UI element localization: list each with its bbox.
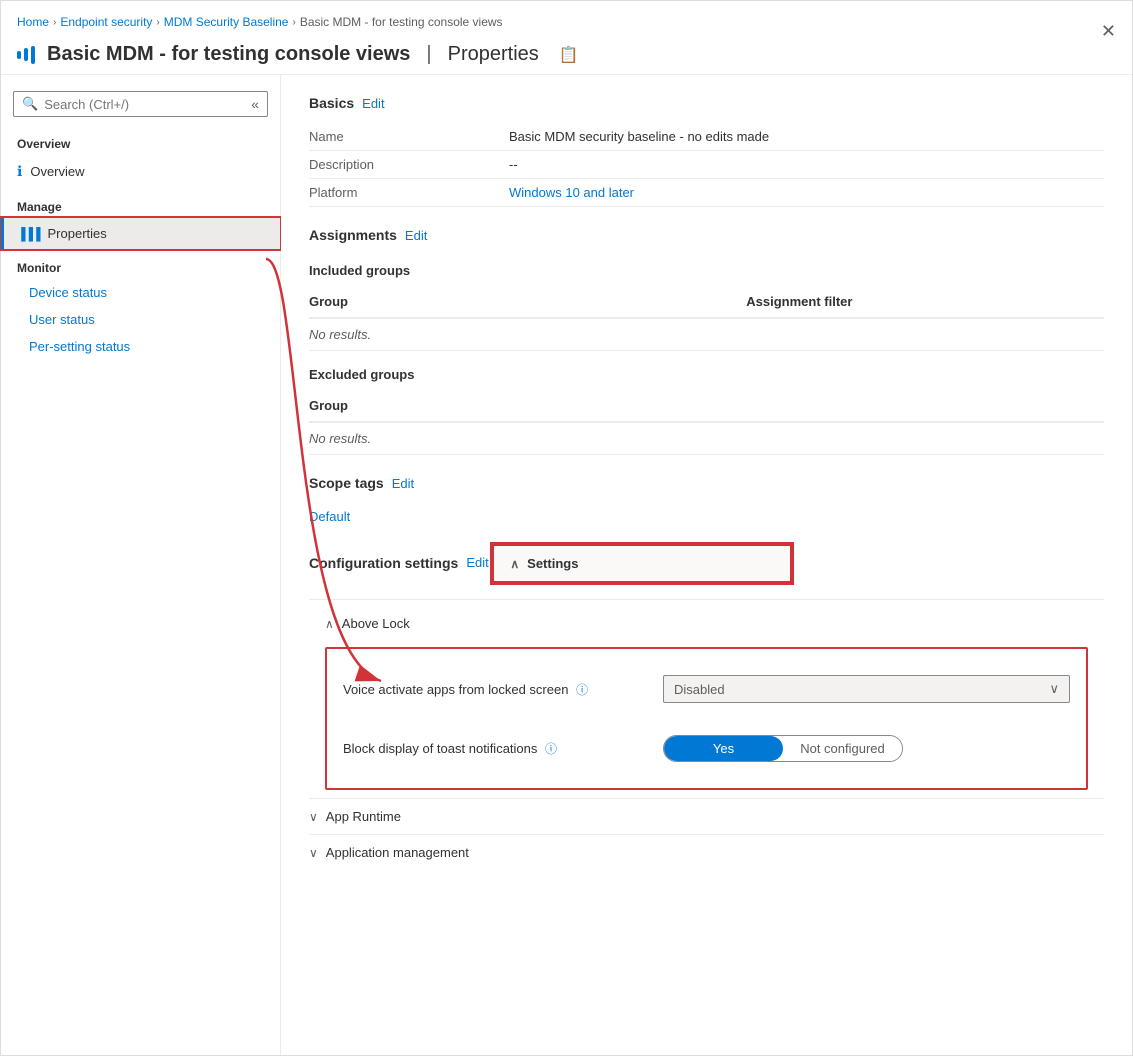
dropdown-chevron: ∨: [1049, 681, 1059, 697]
config-settings-edit-link[interactable]: Edit: [466, 555, 488, 570]
included-groups-header: Group Assignment filter: [309, 286, 1104, 319]
breadcrumb-home[interactable]: Home: [17, 15, 49, 29]
block-toast-control[interactable]: Yes Not configured: [663, 735, 1070, 762]
scope-tags-edit-link[interactable]: Edit: [392, 476, 414, 491]
col-filter-header: Assignment filter: [746, 294, 1104, 309]
info-icon: ℹ: [17, 163, 22, 180]
voice-activate-row: Voice activate apps from locked screen ⓘ…: [343, 665, 1070, 713]
scope-tags-section-title: Scope tags Edit: [309, 475, 414, 491]
property-name-label: Name: [309, 129, 509, 144]
settings-accordion[interactable]: ∧ Settings: [492, 544, 792, 583]
breadcrumb-current: Basic MDM - for testing console views: [300, 15, 503, 29]
property-name-value: Basic MDM security baseline - no edits m…: [509, 129, 1104, 144]
above-lock-chevron: ∧: [325, 617, 334, 631]
sidebar-section-overview: Overview: [1, 125, 280, 155]
settings-chevron-up: ∧: [510, 557, 519, 571]
excluded-col-group-header: Group: [309, 398, 746, 413]
page-section: Properties: [448, 43, 539, 66]
sidebar-item-properties[interactable]: ▐▐▐ Properties: [1, 218, 280, 249]
above-lock-settings-box: Voice activate apps from locked screen ⓘ…: [325, 647, 1088, 790]
search-box[interactable]: 🔍 «: [13, 91, 268, 117]
property-platform-label: Platform: [309, 185, 509, 200]
default-scope-tag[interactable]: Default: [309, 509, 350, 524]
breadcrumb-mdm[interactable]: MDM Security Baseline: [164, 15, 289, 29]
scope-tags-container: Scope tags Edit Default: [309, 475, 1104, 524]
voice-activate-value: Disabled: [674, 682, 725, 697]
above-lock-label: Above Lock: [342, 616, 410, 631]
sidebar-section-manage: Manage: [1, 188, 280, 218]
excluded-groups-title: Excluded groups: [309, 367, 1104, 382]
app-runtime-section[interactable]: ∨ App Runtime: [309, 798, 1104, 834]
title-divider: |: [426, 43, 431, 66]
search-icon: 🔍: [22, 96, 38, 112]
block-toast-toggle[interactable]: Yes Not configured: [663, 735, 903, 762]
toggle-not-configured[interactable]: Not configured: [783, 736, 902, 761]
assignments-header: Assignments Edit: [309, 227, 1104, 255]
settings-accordion-label: Settings: [527, 556, 578, 571]
excluded-groups-container: Excluded groups Group No results.: [309, 367, 1104, 455]
included-groups-title: Included groups: [309, 263, 1104, 278]
toggle-yes[interactable]: Yes: [664, 736, 783, 761]
sidebar: 🔍 « Overview ℹ Overview Manage ▐▐▐ Prope…: [1, 75, 281, 1055]
app-mgmt-label: Application management: [326, 845, 469, 860]
sidebar-section-monitor: Monitor: [1, 249, 280, 279]
col-group-header: Group: [309, 294, 746, 309]
sidebar-item-user-status[interactable]: User status: [1, 306, 280, 333]
above-lock-section: ∧ Above Lock Voice activate apps from lo…: [309, 599, 1104, 790]
config-settings-title: Configuration settings Edit: [309, 555, 489, 571]
assignments-section-title: Assignments Edit: [309, 227, 427, 243]
sidebar-item-overview[interactable]: ℹ Overview: [1, 155, 280, 188]
sidebar-item-device-status[interactable]: Device status: [1, 279, 280, 306]
breadcrumb-endpoint[interactable]: Endpoint security: [60, 15, 152, 29]
above-lock-header[interactable]: ∧ Above Lock: [309, 608, 1104, 639]
config-settings-container: Configuration settings Edit ∧ Settings ∧…: [309, 544, 1104, 870]
breadcrumb: Home › Endpoint security › MDM Security …: [17, 9, 1116, 35]
main-content: Basics Edit Name Basic MDM security base…: [281, 75, 1132, 1055]
sidebar-item-properties-label: Properties: [48, 226, 107, 241]
app-mgmt-chevron: ∨: [309, 846, 318, 860]
property-platform-value: Windows 10 and later: [509, 185, 1104, 200]
property-platform-row: Platform Windows 10 and later: [309, 179, 1104, 207]
voice-activate-info-icon[interactable]: ⓘ: [576, 683, 588, 697]
block-toast-info-icon[interactable]: ⓘ: [545, 742, 557, 756]
settings-accordion-header[interactable]: ∧ Settings: [494, 546, 790, 581]
collapse-icon[interactable]: «: [251, 96, 259, 112]
close-button[interactable]: ✕: [1101, 21, 1116, 42]
app-logo: [17, 46, 35, 64]
app-runtime-label: App Runtime: [326, 809, 401, 824]
property-name-row: Name Basic MDM security baseline - no ed…: [309, 123, 1104, 151]
excluded-groups-no-results: No results.: [309, 423, 1104, 455]
assignments-edit-link[interactable]: Edit: [405, 228, 427, 243]
sidebar-item-per-setting-status[interactable]: Per-setting status: [1, 333, 280, 360]
platform-link[interactable]: Windows 10 and later: [509, 185, 634, 200]
voice-activate-control[interactable]: Disabled ∨: [663, 675, 1070, 703]
search-input[interactable]: [44, 97, 184, 112]
page-title: Basic MDM - for testing console views: [47, 43, 410, 66]
basics-edit-link[interactable]: Edit: [362, 96, 384, 111]
excluded-groups-header: Group: [309, 390, 1104, 423]
application-management-section[interactable]: ∨ Application management: [309, 834, 1104, 870]
block-toast-label: Block display of toast notifications ⓘ: [343, 740, 663, 757]
included-groups-no-results: No results.: [309, 319, 1104, 351]
app-runtime-chevron: ∨: [309, 810, 318, 824]
voice-activate-dropdown[interactable]: Disabled ∨: [663, 675, 1070, 703]
voice-activate-label: Voice activate apps from locked screen ⓘ: [343, 681, 663, 698]
property-description-row: Description --: [309, 151, 1104, 179]
included-groups-container: Included groups Group Assignment filter …: [309, 263, 1104, 351]
property-description-label: Description: [309, 157, 509, 172]
block-toast-row: Block display of toast notifications ⓘ Y…: [343, 725, 1070, 772]
basics-section-title: Basics Edit: [309, 95, 1104, 111]
properties-icon: ▐▐▐: [17, 227, 40, 241]
property-description-value: --: [509, 157, 1104, 172]
sidebar-item-overview-label: Overview: [30, 164, 84, 179]
pin-icon[interactable]: 📋: [559, 45, 579, 65]
